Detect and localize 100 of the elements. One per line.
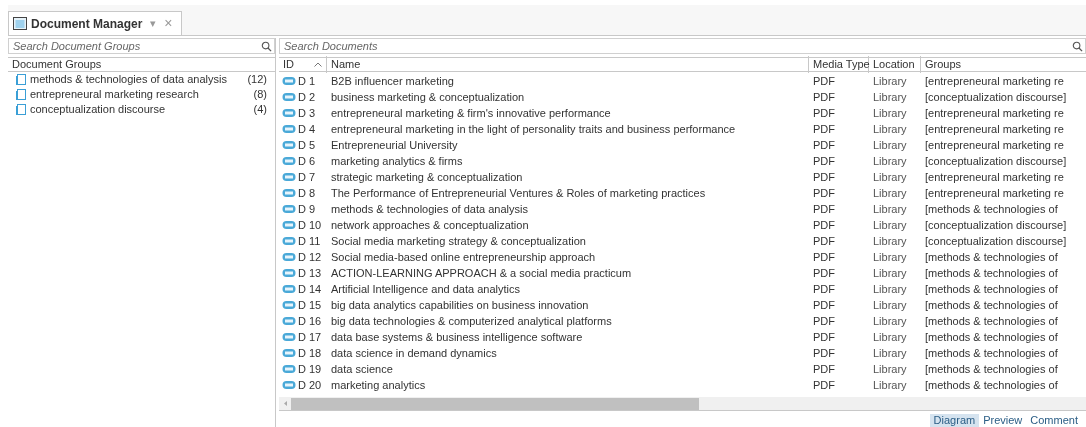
table-cell-text: strategic marketing & conceptualization [330, 169, 524, 185]
table-cell-text: [methods & technologies of [924, 313, 1058, 329]
table-cell-text: [methods & technologies of [924, 249, 1058, 265]
table-cell-text: PDF [812, 361, 836, 377]
table-cell-text: marketing analytics & firms [330, 153, 464, 169]
document-icon [282, 284, 296, 294]
group-item[interactable]: entrepreneural marketing research (8) [8, 87, 275, 102]
table-cell-text: big data technologies & computerized analytical platforms [330, 313, 613, 329]
table-cell-text: [methods & technologies of [924, 377, 1058, 393]
view-tab[interactable]: Preview [979, 414, 1027, 427]
table-cell-text: Library [872, 345, 908, 361]
table-cell-text: Library [872, 185, 908, 201]
search-field[interactable]: Search Document Groups [8, 38, 275, 54]
horizontal-scrollbar[interactable] [279, 397, 1086, 411]
table-cell-text: Library [872, 153, 908, 169]
table-cell-text: Library [872, 313, 908, 329]
document-icon [282, 252, 296, 262]
table-cell-text: [methods & technologies of [924, 329, 1058, 345]
group-item[interactable]: methods & technologies of data analysis (12) [8, 72, 275, 87]
column-header[interactable]: Document Groups [8, 57, 275, 72]
group-icon [16, 104, 26, 115]
table-cell-text: PDF [812, 201, 836, 217]
document-icon [282, 220, 296, 230]
table-cell-text: [methods & technologies of [924, 265, 1058, 281]
table-cell-text: Library [872, 73, 908, 89]
table-cell-text: Library [872, 217, 908, 233]
table-cell-text: Social media marketing strategy & conceptualization [330, 233, 587, 249]
table-cell-text: D 3 [298, 105, 316, 121]
table-cell-text: Library [872, 89, 908, 105]
table-cell-text: D 8 [298, 185, 316, 201]
view-tab[interactable]: Comment [1026, 414, 1082, 427]
table-cell-text: big data analytics capabilities on business innovation [330, 297, 590, 313]
scroll-left-icon[interactable] [283, 401, 287, 406]
table-cell-text: D 1 [298, 73, 316, 89]
document-icon [282, 300, 296, 310]
scrollbar-thumb[interactable] [291, 397, 699, 410]
table-cell-text: D 16 [298, 313, 322, 329]
document-icon [282, 380, 296, 390]
table-cell-text: B2B influencer marketing [330, 73, 455, 89]
column-header[interactable]: Media Type [809, 56, 869, 73]
table-cell-text: Library [872, 265, 908, 281]
table-cell-text: [conceptualization discourse] [924, 89, 1067, 105]
table-cell-text: D 12 [298, 249, 322, 265]
table-cell-text: Artificial Intelligence and data analytics [330, 281, 521, 297]
table-cell-text: D 6 [298, 153, 316, 169]
table-cell-text: PDF [812, 105, 836, 121]
table-cell-text: PDF [812, 137, 836, 153]
table-cell-text: D 10 [298, 217, 322, 233]
document-icon [282, 124, 296, 134]
document-icon [282, 348, 296, 358]
table-cell-text: D 20 [298, 377, 322, 393]
table-cell-text: D 13 [298, 265, 322, 281]
document-icon [282, 108, 296, 118]
table-cell-text: D 2 [298, 89, 316, 105]
table-cell-text: data base systems & business intelligence software [330, 329, 584, 345]
table-cell-text: PDF [812, 345, 836, 361]
table-cell-text: PDF [812, 329, 836, 345]
table-cell-text: D 4 [298, 121, 316, 137]
table-cell-text: entrepreneural marketing in the light of personality traits and business performance [330, 121, 737, 137]
table-cell-text: business marketing & conceptualization [330, 89, 526, 105]
table-cell-text: PDF [812, 281, 836, 297]
table-cell-text: Library [872, 201, 908, 217]
tab-title: Document Manager [31, 15, 143, 33]
document-icon [282, 236, 296, 246]
search-icon [261, 41, 272, 52]
document-icon [282, 172, 296, 182]
column-header[interactable]: Location [869, 56, 921, 73]
view-tab[interactable]: Diagram [929, 414, 980, 427]
table-cell-text: Library [872, 361, 908, 377]
table-cell-text: network approaches & conceptualization [330, 217, 530, 233]
table-cell-text: D 19 [298, 361, 322, 377]
column-header[interactable]: Name [327, 56, 809, 73]
table-cell-text: The Performance of Entrepreneurial Ventures & Roles of marketing practices [330, 185, 707, 201]
table-cell-text: D 18 [298, 345, 322, 361]
table-cell-text: [methods & technologies of [924, 361, 1058, 377]
group-icon [16, 89, 26, 100]
table-cell-text: [conceptualization discourse] [924, 233, 1067, 249]
table-cell-text: D 17 [298, 329, 322, 345]
table-cell-text: PDF [812, 217, 836, 233]
table-cell-text: PDF [812, 89, 836, 105]
document-icon [282, 364, 296, 374]
document-icon [282, 332, 296, 342]
table-cell-text: [methods & technologies of [924, 345, 1058, 361]
sort-up-icon [314, 62, 322, 67]
table-cell-text: D 7 [298, 169, 316, 185]
table-cell-text: Library [872, 297, 908, 313]
table-cell-text: Library [872, 329, 908, 345]
table-cell-text: [conceptualization discourse] [924, 217, 1067, 233]
table-cell-text: Social media-based online entrepreneurship approach [330, 249, 597, 265]
table-cell-text: Library [872, 249, 908, 265]
group-item[interactable]: conceptualization discourse (4) [8, 102, 275, 117]
table-cell-text: Library [872, 105, 908, 121]
column-header[interactable]: Groups [921, 56, 1086, 73]
search-field[interactable]: Search Documents [279, 38, 1086, 54]
document-icon [282, 268, 296, 278]
table-cell-text: [entrepreneural marketing re [924, 73, 1064, 89]
column-header[interactable]: ID [279, 56, 327, 73]
document-icon [282, 156, 296, 166]
table-cell-text: [entrepreneural marketing re [924, 137, 1064, 153]
table-cell-text: data science [330, 361, 394, 377]
